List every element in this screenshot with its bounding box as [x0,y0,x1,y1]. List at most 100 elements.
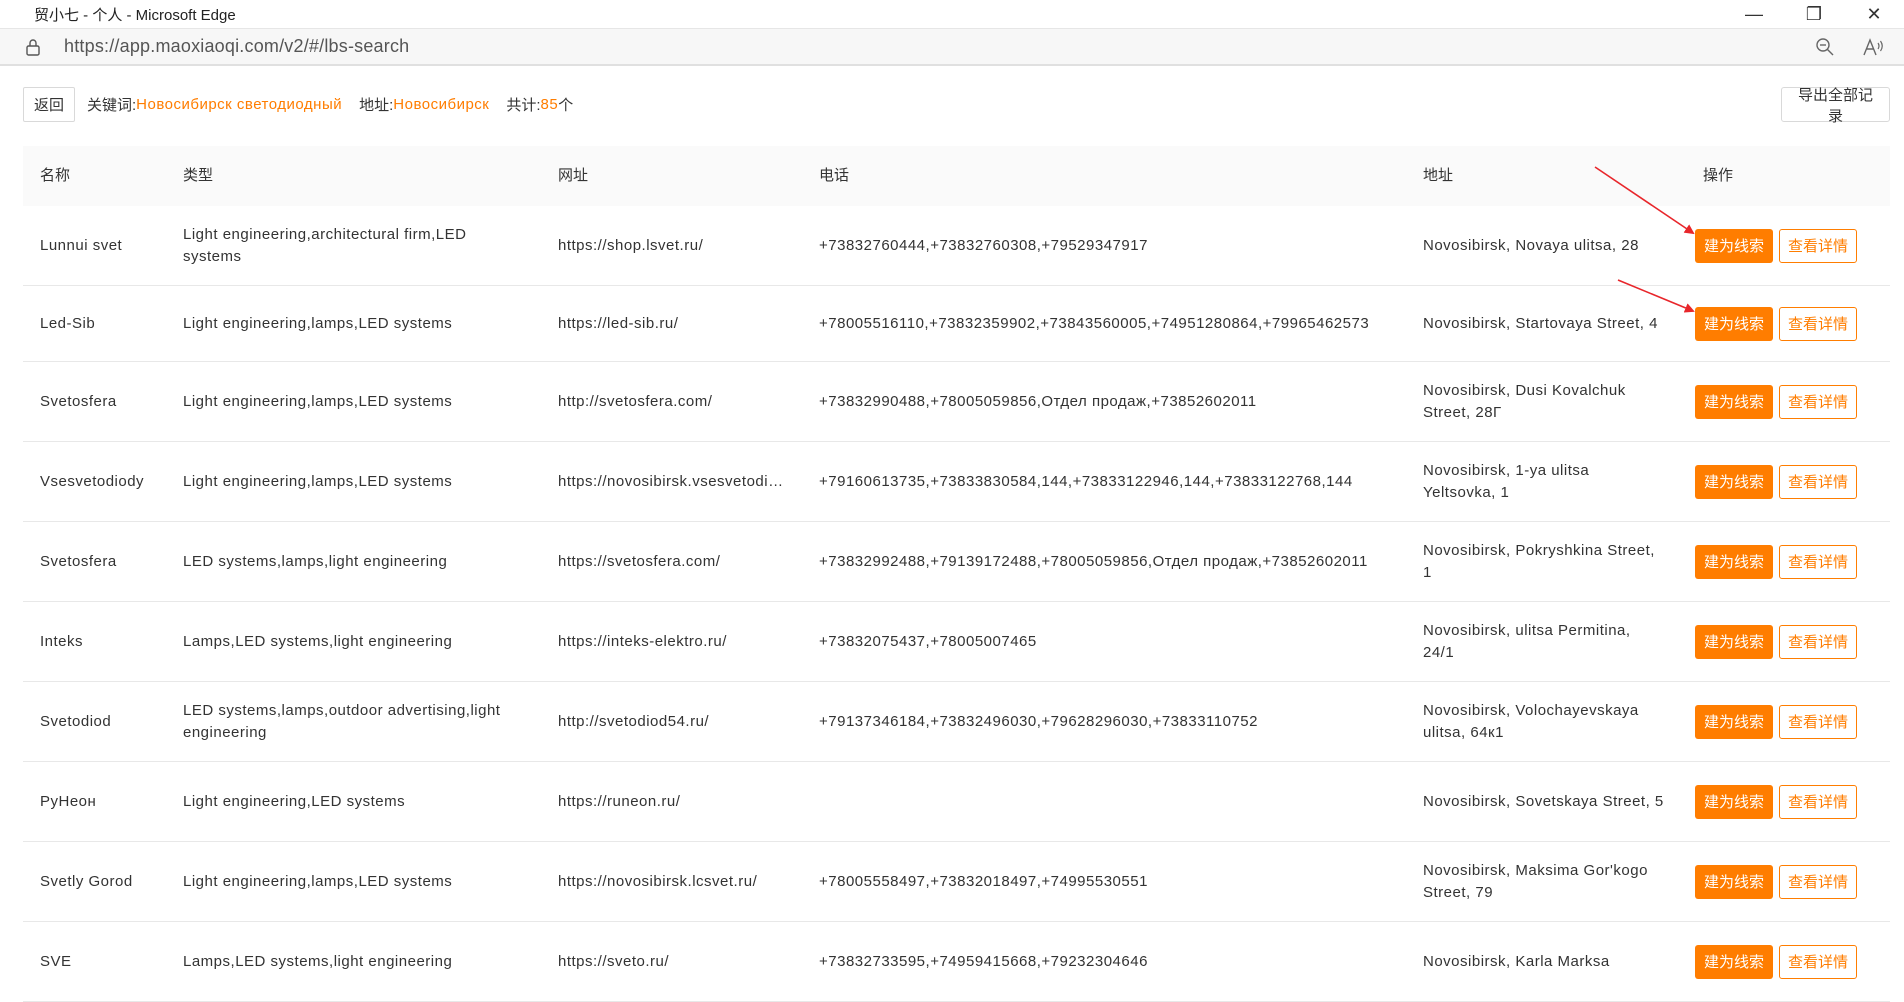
view-details-button[interactable]: 查看详情 [1779,464,1857,499]
cell-name: Inteks [40,632,84,650]
export-all-button[interactable]: 导出全部记录 [1781,87,1890,125]
create-lead-button[interactable]: 建为线索 [1695,306,1773,341]
table-row: Svetodiod LED systems,lamps,outdoor adver… [23,682,1890,762]
address-value: Новосибирск [393,96,490,113]
create-lead-button[interactable]: 建为线索 [1695,784,1773,819]
cell-website[interactable]: http://svetosfera.com/ [541,391,802,413]
header-name: 名称 [40,167,71,184]
view-details-button[interactable]: 查看详情 [1779,784,1857,819]
cell-address: Novosibirsk, Maksima Gor'kogo Street, 79 [1423,861,1648,901]
search-meta: 关键词: Новосибирск светодиодный 地址: Новоси… [87,94,573,115]
lock-icon[interactable] [24,38,42,56]
total-label: 共计: [506,97,541,114]
back-button[interactable]: 返回 [23,87,75,122]
page-content: 返回 关键词: Новосибирск светодиодный 地址: Нов… [0,68,1904,1002]
header-phone: 电话 [819,167,850,184]
minimize-button[interactable]: — [1724,0,1784,28]
read-aloud-icon[interactable] [1860,34,1886,60]
cell-actions: 建为线索 查看详情 [1686,464,1890,499]
keyword-label: 关键词: [87,97,137,114]
total-unit: 个 [558,97,574,114]
cell-address: Novosibirsk, Dusi Kovalchuk Street, 28Г [1423,381,1626,421]
header-type: 类型 [183,167,214,184]
table-row: Lunnui svet Light engineering,architectur… [23,206,1890,286]
cell-type: Light engineering,lamps,LED systems [183,392,453,410]
view-details-button[interactable]: 查看详情 [1779,624,1857,659]
create-lead-button[interactable]: 建为线索 [1695,544,1773,579]
cell-address: Novosibirsk, ulitsa Permitina, 24/1 [1423,621,1631,661]
view-details-button[interactable]: 查看详情 [1779,384,1857,419]
create-lead-button[interactable]: 建为线索 [1695,228,1773,263]
cell-actions: 建为线索 查看详情 [1686,784,1890,819]
cell-website[interactable]: https://inteks-elektro.ru/ [541,631,802,653]
cell-address: Novosibirsk, Pokryshkina Street, 1 [1423,541,1655,581]
cell-address: Novosibirsk, Startovaya Street, 4 [1423,314,1658,332]
create-lead-button[interactable]: 建为线索 [1695,464,1773,499]
url-field[interactable]: https://app.maoxiaoqi.com/v2/#/lbs-searc… [64,36,409,57]
table-row: Vsesvetodiody Light engineering,lamps,LED… [23,442,1890,522]
cell-phone: +73832075437,+78005007465 [819,632,1037,650]
zoom-out-icon[interactable] [1812,34,1838,60]
cell-address: Novosibirsk, Volochayevskaya ulitsa, 64к… [1423,701,1639,741]
table-row: Svetosfera LED systems,lamps,light engine… [23,522,1890,602]
cell-name: Led-Sib [40,314,96,332]
header-website: 网址 [558,167,589,184]
restore-button[interactable]: ❐ [1784,0,1844,28]
window-title: 贸小七 - 个人 - Microsoft Edge [34,6,236,24]
cell-phone: +73832760444,+73832760308,+79529347917 [819,236,1148,254]
cell-name: Svetosfera [40,552,117,570]
address-label: 地址: [359,97,394,114]
cell-website[interactable]: https://led-sib.ru/ [541,313,802,335]
table-row: Svetosfera Light engineering,lamps,LED sy… [23,362,1890,442]
view-details-button[interactable]: 查看详情 [1779,544,1857,579]
cell-type: Light engineering,lamps,LED systems [183,472,453,490]
cell-website[interactable]: https://novosibirsk.lcsvet.ru/ [541,871,802,893]
cell-actions: 建为线索 查看详情 [1686,228,1890,263]
cell-website[interactable]: https://svetosfera.com/ [541,551,802,573]
cell-phone: +78005516110,+73832359902,+73843560005,+… [819,314,1370,332]
header-address: 地址 [1423,167,1454,184]
view-details-button[interactable]: 查看详情 [1779,864,1857,899]
table-row: Inteks Lamps,LED systems,light engineerin… [23,602,1890,682]
table-row: Led-Sib Light engineering,lamps,LED syste… [23,286,1890,362]
cell-type: Light engineering,lamps,LED systems [183,314,453,332]
table-header: 名称 类型 网址 电话 地址 操作 [23,146,1890,206]
table-row: РуНеон Light engineering,LED systems https… [23,762,1890,842]
create-lead-button[interactable]: 建为线索 [1695,704,1773,739]
cell-name: Lunnui svet [40,236,123,254]
cell-website[interactable]: http://svetodiod54.ru/ [541,711,802,733]
create-lead-button[interactable]: 建为线索 [1695,864,1773,899]
cell-phone: +79137346184,+73832496030,+79628296030,+… [819,712,1258,730]
table-row: Svetly Gorod Light engineering,lamps,LED … [23,842,1890,922]
view-details-button[interactable]: 查看详情 [1779,704,1857,739]
view-details-button[interactable]: 查看详情 [1779,228,1857,263]
cell-name: Svetly Gorod [40,872,133,890]
cell-type: Light engineering,architectural firm,LED… [183,225,467,265]
cell-website[interactable]: https://novosibirsk.vsesvetodiody.ru/ [541,471,802,493]
view-details-button[interactable]: 查看详情 [1779,306,1857,341]
cell-actions: 建为线索 查看详情 [1686,624,1890,659]
cell-type: LED systems,lamps,light engineering [183,552,448,570]
cell-type: Light engineering,LED systems [183,792,406,810]
cell-actions: 建为线索 查看详情 [1686,864,1890,899]
cell-address: Novosibirsk, 1-ya ulitsa Yeltsovka, 1 [1423,461,1590,501]
header-actions: 操作 [1703,167,1734,184]
cell-actions: 建为线索 查看详情 [1686,704,1890,739]
cell-address: Novosibirsk, Novaya ulitsa, 28 [1423,236,1639,254]
cell-name: РуНеон [40,792,97,810]
cell-website[interactable]: https://runeon.ru/ [541,791,802,813]
cell-address: Novosibirsk, Sovetskaya Street, 5 [1423,792,1664,810]
total-count: 85 [540,96,559,113]
search-summary-toolbar: 返回 关键词: Новосибирск светодиодный 地址: Нов… [23,87,1890,125]
create-lead-button[interactable]: 建为线索 [1695,624,1773,659]
cell-actions: 建为线索 查看详情 [1686,384,1890,419]
cell-name: Svetodiod [40,712,112,730]
cell-actions: 建为线索 查看详情 [1686,306,1890,341]
cell-actions: 建为线索 查看详情 [1686,544,1890,579]
close-button[interactable]: ✕ [1844,0,1904,28]
create-lead-button[interactable]: 建为线索 [1695,384,1773,419]
window-controls: — ❐ ✕ [1724,0,1904,28]
cell-phone: +73832992488,+79139172488,+78005059856,О… [819,552,1368,570]
cell-website[interactable]: https://shop.lsvet.ru/ [541,235,802,257]
table-row: SVE Lamps,LED systems,light engineering ht… [23,922,1890,1002]
